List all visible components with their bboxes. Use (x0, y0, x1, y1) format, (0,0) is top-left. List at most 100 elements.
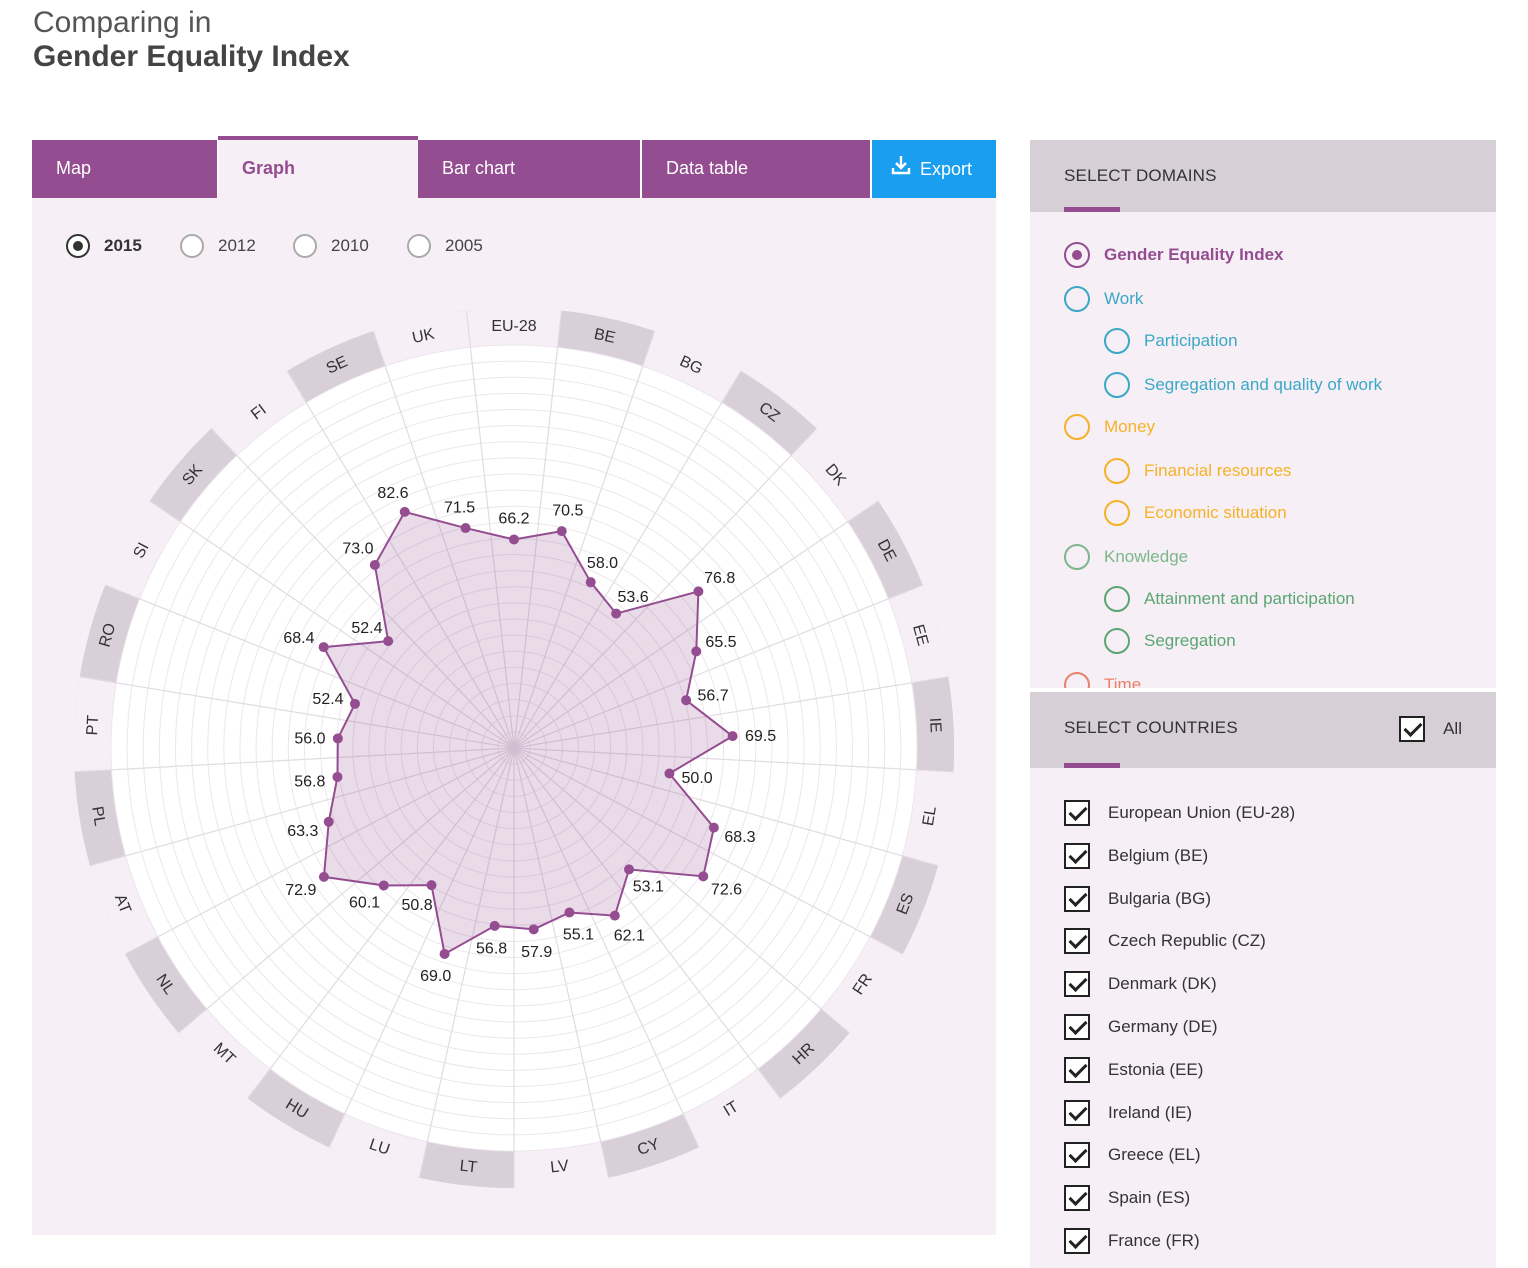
data-label: 62.1 (614, 928, 645, 945)
data-point[interactable] (369, 559, 380, 570)
data-point[interactable] (509, 534, 519, 545)
domain-label: Economic situation (1144, 503, 1287, 522)
domain-option[interactable]: Gender Equality Index (1064, 242, 1284, 268)
domain-label: Attainment and participation (1144, 589, 1355, 608)
country-label: Bulgaria (BG) (1108, 888, 1211, 908)
data-point[interactable] (691, 646, 702, 657)
domain-option[interactable]: Money (1064, 414, 1155, 440)
domains-header: SELECT DOMAINS (1030, 140, 1496, 212)
data-label: 60.1 (349, 894, 380, 911)
checkbox-checked-icon (1064, 971, 1090, 998)
domain-option[interactable]: Participation (1104, 328, 1238, 354)
tab-bar-chart[interactable]: Bar chart (418, 140, 640, 198)
country-checkbox-item[interactable]: Spain (ES) (1064, 1185, 1190, 1212)
data-point[interactable] (332, 771, 343, 782)
data-label: 50.0 (682, 770, 713, 787)
radar-chart: 66.2 70.5 58.053.6 76.8 65.5 56.7 69.5 50.0 68.3… (74, 308, 954, 1188)
data-point[interactable] (349, 698, 360, 709)
domain-option[interactable]: Attainment and participation (1104, 586, 1355, 612)
header-underline (1064, 763, 1120, 768)
data-point[interactable] (611, 608, 622, 619)
axis-category-label: EL (920, 805, 940, 827)
data-point[interactable] (624, 864, 635, 875)
data-point[interactable] (609, 910, 620, 921)
domain-option[interactable]: Financial resources (1104, 458, 1291, 484)
domain-label: Knowledge (1104, 547, 1189, 566)
country-checkbox-item[interactable]: Denmark (DK) (1064, 971, 1217, 998)
data-point[interactable] (318, 871, 329, 882)
data-label: 58.0 (587, 555, 618, 572)
data-point[interactable] (378, 880, 389, 891)
radio-icon (1104, 628, 1130, 654)
tab-graph[interactable]: Graph (218, 136, 418, 198)
country-checkbox-item[interactable]: Germany (DE) (1064, 1014, 1218, 1040)
checkbox-checked-icon (1064, 1228, 1090, 1254)
domain-option[interactable]: Segregation (1104, 628, 1236, 654)
domains-title: SELECT DOMAINS (1064, 166, 1217, 185)
data-label: 57.9 (521, 944, 552, 961)
radio-icon (1104, 458, 1130, 484)
data-point[interactable] (439, 948, 450, 959)
data-label: 56.7 (698, 687, 729, 704)
data-point[interactable] (564, 907, 575, 918)
graph-panel: 2015 2012 2010 2005 66.2 70.5 58.0 53.6 76.8… (32, 198, 996, 1235)
data-label: 70.5 (552, 503, 583, 520)
data-label: 68.3 (724, 829, 755, 846)
data-point[interactable] (681, 695, 692, 706)
data-point[interactable] (698, 871, 709, 882)
domain-option[interactable]: Time (1064, 672, 1141, 688)
radio-icon (1064, 544, 1090, 570)
page-title: Gender Equality Index (33, 40, 350, 73)
country-checkbox-item[interactable]: Greece (EL) (1064, 1142, 1201, 1169)
data-point[interactable] (426, 880, 437, 891)
data-point[interactable] (399, 506, 410, 517)
data-point[interactable] (318, 642, 329, 653)
checkbox-checked-icon (1064, 1099, 1090, 1126)
data-point[interactable] (727, 731, 738, 742)
data-point[interactable] (332, 733, 343, 744)
data-label: 69.5 (745, 728, 776, 745)
data-point[interactable] (528, 924, 539, 935)
tab-map[interactable]: Map (32, 140, 217, 198)
checkbox-checked-icon (1064, 1014, 1090, 1040)
country-checkbox-item[interactable]: Belgium (BE) (1064, 842, 1208, 869)
country-checkbox-item[interactable]: Estonia (EE) (1064, 1056, 1203, 1083)
data-point[interactable] (693, 586, 704, 597)
data-label: 69.0 (420, 968, 451, 985)
domain-option[interactable]: Economic situation (1104, 500, 1287, 526)
data-point[interactable] (556, 526, 567, 537)
radio-icon (1064, 414, 1090, 440)
select-all-checkbox[interactable]: All (1399, 716, 1462, 742)
country-checkbox-item[interactable]: Czech Republic (CZ) (1064, 928, 1266, 955)
country-checkbox-item[interactable]: Ireland (IE) (1064, 1099, 1192, 1126)
country-label: European Union (EU-28) (1108, 803, 1296, 822)
radio-icon (1064, 672, 1090, 688)
data-point[interactable] (489, 920, 500, 931)
data-point[interactable] (585, 577, 596, 588)
axis-category-label: IE (926, 717, 944, 733)
country-checkbox-item[interactable]: France (FR) (1064, 1228, 1200, 1254)
data-point[interactable] (664, 768, 675, 779)
data-point[interactable] (708, 822, 719, 833)
data-point[interactable] (323, 816, 334, 827)
data-label: 56.8 (294, 774, 325, 791)
tab-data-table[interactable]: Data table (642, 140, 870, 198)
radio-icon (1104, 372, 1130, 398)
domain-option[interactable]: Segregation and quality of work (1104, 372, 1382, 398)
radio-icon (1104, 500, 1130, 526)
domain-label: Segregation (1144, 631, 1236, 650)
data-point[interactable] (383, 636, 394, 647)
country-checkbox-item[interactable]: Bulgaria (BG) (1064, 885, 1211, 912)
data-label: 52.4 (312, 691, 343, 708)
data-point[interactable] (460, 523, 471, 534)
data-label: 72.6 (711, 882, 742, 899)
domain-option[interactable]: Work (1064, 286, 1143, 312)
country-checkbox-item[interactable]: European Union (EU-28) (1064, 800, 1295, 826)
export-button[interactable]: Export (872, 140, 996, 198)
data-label: 72.9 (285, 882, 316, 899)
checkbox-checked-icon (1064, 1056, 1090, 1083)
axis-category-label: LV (550, 1158, 570, 1177)
radio-icon (1104, 328, 1130, 354)
domain-label: Work (1104, 289, 1144, 308)
domain-option[interactable]: Knowledge (1064, 544, 1188, 570)
